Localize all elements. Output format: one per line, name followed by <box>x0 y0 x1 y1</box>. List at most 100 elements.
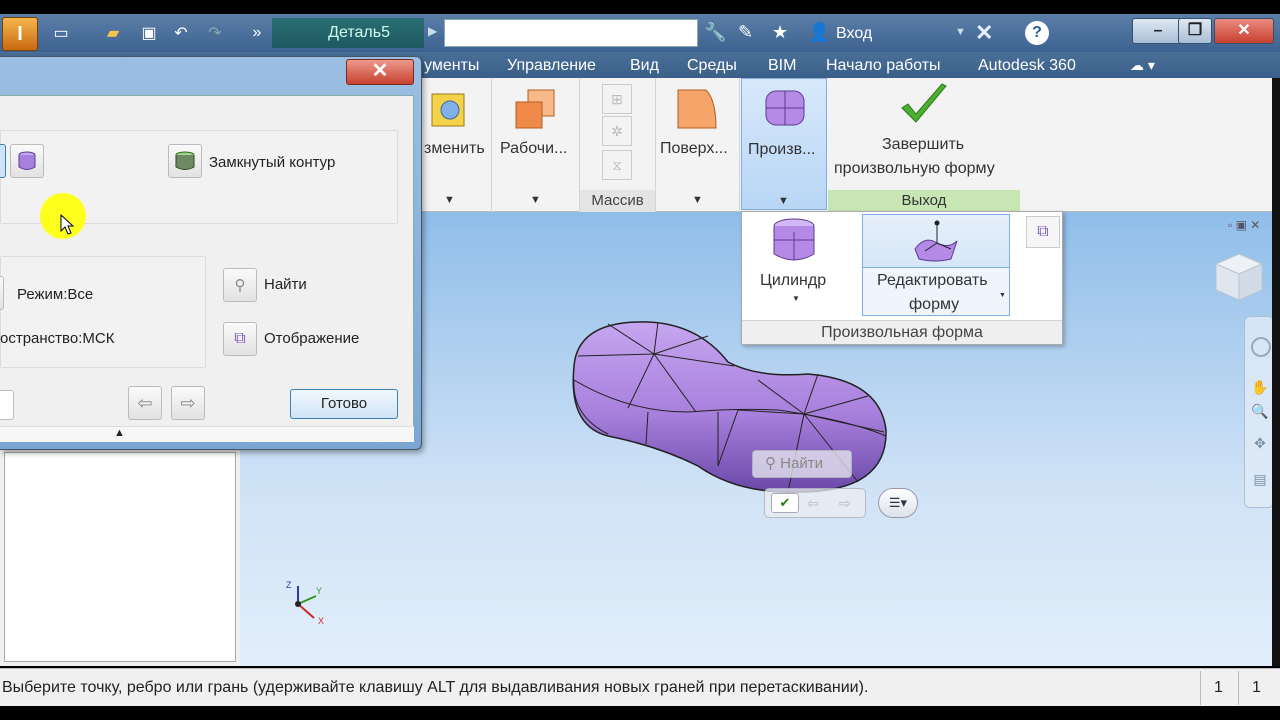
steering-wheel-icon[interactable] <box>1251 337 1271 357</box>
chevron-down-icon[interactable]: ▼ <box>999 292 1006 299</box>
chevron-down-icon[interactable]: ▼ <box>444 194 455 206</box>
tools-icon[interactable]: 🔧 <box>704 22 726 43</box>
dialog-undo-button[interactable]: ⇦ <box>128 386 162 420</box>
orbit-icon[interactable]: ✥ <box>1251 435 1269 453</box>
display-label: Отображение <box>264 330 360 347</box>
ribbon-group-exit: Завершить произвольную форму Выход <box>828 78 1020 212</box>
pattern-group-label: Массив <box>580 190 655 212</box>
tab-tools[interactable]: ументы <box>424 57 479 75</box>
save-icon[interactable]: ▣ <box>136 20 162 46</box>
edit-form-line1: Редактировать <box>877 272 988 289</box>
search-input[interactable] <box>444 19 698 47</box>
mini-ok-button[interactable]: ✔ <box>771 493 799 513</box>
redo-icon[interactable]: ↷ <box>202 20 228 46</box>
info-button[interactable] <box>0 390 14 420</box>
pan-hand-icon[interactable]: ✋ <box>1251 379 1269 397</box>
minimize-button[interactable]: – <box>1132 18 1184 44</box>
freeform-button[interactable]: Произв... ▼ <box>741 78 827 210</box>
login-link[interactable]: Вход <box>836 25 872 43</box>
finish-freeform-line2[interactable]: произвольную форму <box>834 160 995 178</box>
mode-button[interactable] <box>0 276 4 310</box>
modify-button[interactable]: зменить <box>424 140 485 158</box>
new-file-icon[interactable]: ▭ <box>48 20 74 46</box>
undo-icon[interactable]: ↶ <box>168 20 194 46</box>
freeform-group-label: Произвольная форма <box>742 320 1062 344</box>
tab-environments[interactable]: Среды <box>687 57 737 75</box>
ribbon-group-work: Рабочи... ▼ <box>492 78 580 212</box>
circ-pattern-icon[interactable]: ✲ <box>602 116 632 146</box>
right-scrollbar[interactable] <box>1272 78 1280 666</box>
dialog-close-button[interactable]: ✕ <box>346 59 414 85</box>
status-count-1: 1 <box>1214 679 1223 696</box>
find-label: Найти <box>264 276 307 293</box>
zoom-icon[interactable]: 🔍 <box>1251 403 1269 421</box>
close-window-button[interactable]: ✕ <box>1214 18 1274 44</box>
mode-label[interactable]: Режим:Все <box>17 286 93 303</box>
surface-button[interactable]: Поверх... <box>660 140 728 158</box>
done-button[interactable]: Готово <box>290 389 398 419</box>
expand-arrow-icon[interactable]: ▲ <box>114 427 125 439</box>
chevron-down-icon[interactable]: ▼ <box>792 294 800 303</box>
mini-redo-icon[interactable]: ⇨ <box>839 495 851 512</box>
restore-button[interactable]: ❐ <box>1178 18 1212 44</box>
edit-form-icon <box>914 220 958 262</box>
mirror-icon[interactable]: ⧖ <box>602 150 632 180</box>
status-count-2: 1 <box>1252 679 1261 696</box>
dialog-redo-button[interactable]: ⇨ <box>171 386 205 420</box>
selection-mode-button[interactable] <box>0 144 6 178</box>
tab-scroll-icon[interactable]: ▶ <box>428 24 437 38</box>
mini-undo-icon[interactable]: ⇦ <box>807 495 819 512</box>
user-icon: 👤 <box>808 22 831 42</box>
tab-bim[interactable]: BIM <box>768 57 796 75</box>
chevron-down-icon[interactable]: ▼ <box>692 194 703 206</box>
closed-contour-button[interactable] <box>168 144 202 178</box>
checkmark-icon <box>901 83 947 123</box>
help-icon[interactable]: ? <box>1025 21 1049 45</box>
work-features-button[interactable]: Рабочи... <box>500 140 567 158</box>
ribbon-group-modify: зменить ▼ <box>420 78 492 212</box>
viewport-controls[interactable]: ▫ ▣ ✕ <box>1228 218 1260 232</box>
mini-toolbar-menu[interactable]: ☰▾ <box>878 488 918 518</box>
mini-toolbar-find[interactable]: ⚲ Найти <box>752 450 852 478</box>
tab-autodesk-360[interactable]: Autodesk 360 <box>978 57 1076 75</box>
edit-form-label-area[interactable]: Редактировать форму ▼ <box>863 267 1009 315</box>
chevron-down-icon[interactable]: ▼ <box>530 194 541 206</box>
cylinder-button[interactable]: Цилиндр <box>760 272 826 290</box>
work-plane-icon <box>515 89 555 129</box>
document-tab[interactable]: Деталь5 <box>272 18 424 48</box>
redo-arrow-icon: ⇨ <box>180 392 196 413</box>
tab-manage[interactable]: Управление <box>507 57 596 75</box>
rect-pattern-icon[interactable]: ⊞ <box>602 84 632 114</box>
tab-get-started[interactable]: Начало работы <box>826 57 941 75</box>
coordinate-triad: Z Y X <box>286 580 324 626</box>
star-icon[interactable]: ★ <box>772 22 788 43</box>
find-button[interactable]: ⚲ <box>223 268 257 302</box>
dialog-expand-bar[interactable]: ▲ <box>0 426 414 442</box>
model-browser-tree[interactable] <box>4 452 236 662</box>
exchange-x-icon[interactable]: ✕ <box>975 20 993 46</box>
pin-icon[interactable]: ✎ <box>738 22 753 43</box>
view-face-icon[interactable]: ▤ <box>1251 471 1269 489</box>
open-folder-icon[interactable]: ▰ <box>100 20 126 46</box>
viewcube-icon[interactable] <box>1212 250 1266 304</box>
triad-x-label: X <box>318 616 324 626</box>
triad-z-label: Z <box>286 580 292 590</box>
cloud-dropdown-icon[interactable]: ☁ ▾ <box>1130 57 1155 74</box>
body-select-button[interactable] <box>10 144 44 178</box>
stack-icon <box>18 151 36 170</box>
convert-form-icon[interactable]: ⧉ <box>1026 216 1060 248</box>
tab-view[interactable]: Вид <box>630 57 659 75</box>
display-button[interactable]: ⧉ <box>223 322 257 356</box>
space-label[interactable]: остранство:МСК <box>0 330 114 347</box>
app-menu-button[interactable]: I <box>2 17 38 51</box>
chevron-down-icon[interactable]: ▼ <box>955 26 966 38</box>
modify-icon <box>431 93 465 127</box>
freeform-box-icon <box>765 90 805 126</box>
loop-icon <box>175 151 195 170</box>
ribbon-group-pattern: ⊞ ✲ ⧖ Массив <box>580 78 656 212</box>
edit-form-button[interactable]: Редактировать форму ▼ <box>862 214 1010 316</box>
finish-freeform-line1[interactable]: Завершить <box>882 136 964 154</box>
edit-form-dialog: ✕ Замкнутый контур Режим:Все остранство:… <box>0 56 422 450</box>
navigation-bar: ✋ 🔍 ✥ ▤ <box>1244 316 1274 508</box>
more-commands-icon[interactable]: » <box>244 20 270 46</box>
